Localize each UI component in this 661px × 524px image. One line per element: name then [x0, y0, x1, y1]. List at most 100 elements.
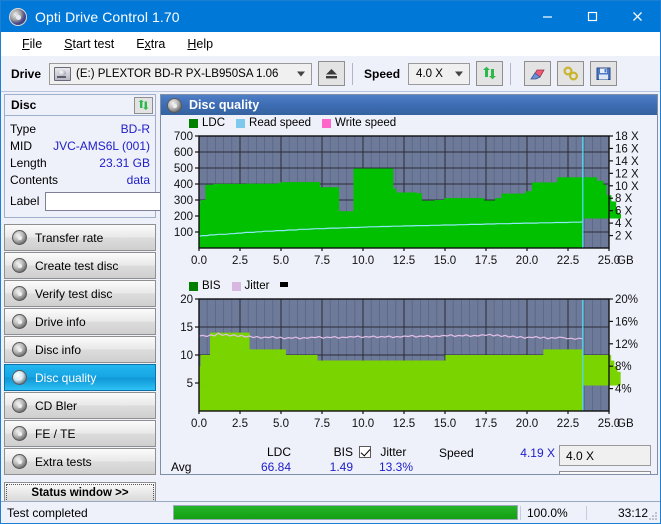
svg-text:6 X: 6 X [615, 206, 633, 218]
disc-icon [12, 426, 27, 441]
jitter-label: Jitter [380, 445, 407, 459]
erase-button[interactable] [524, 61, 552, 86]
svg-text:10: 10 [180, 350, 193, 362]
toolbar: Drive (E:) PLEXTOR BD-R PX-LB950SA 1.06 … [1, 56, 660, 92]
sidebar-item-label: Transfer rate [35, 230, 104, 245]
disc-row-type-key: Type [10, 121, 37, 136]
sidebar-item-label: Disc quality [35, 370, 97, 385]
stats-area: LDC BIS Avg 66.84 1.49 Max 688 17 Total … [161, 441, 657, 474]
drive-label: Drive [11, 66, 42, 81]
legend-swatch-ldc [189, 118, 198, 128]
legend-label-bis: BIS [202, 280, 221, 292]
legend-label-ldc: LDC [202, 117, 226, 129]
refresh-button[interactable] [476, 61, 504, 86]
sidebar-item-label: Drive info [35, 314, 86, 329]
speed-label: Speed [364, 66, 401, 81]
sidebar-item-verify-test-disc[interactable]: Verify test disc [4, 280, 156, 307]
svg-text:20: 20 [180, 294, 193, 306]
disc-icon [12, 454, 27, 469]
svg-text:15.0: 15.0 [434, 255, 456, 267]
svg-text:100: 100 [174, 227, 193, 239]
disc-row-mid-value: JVC-AMS6L (001) [53, 138, 150, 153]
menu-help[interactable]: Help [176, 35, 224, 53]
disc-row-mid: MID JVC-AMS6L (001) [10, 137, 150, 154]
sidebar-item-label: Disc info [35, 342, 82, 357]
menu-file[interactable]: File [11, 35, 53, 53]
jitter-checkbox-row[interactable]: Jitter [359, 445, 439, 460]
ldc-legend: LDC Read speed Write speed [161, 115, 657, 130]
legend-swatch-bis [189, 281, 198, 291]
sidebar-nav: Transfer rate Create test disc Verify te… [4, 224, 156, 475]
svg-text:10 X: 10 X [615, 181, 639, 193]
disc-icon [12, 342, 27, 357]
tools-button[interactable] [557, 61, 585, 86]
eject-button[interactable] [318, 61, 346, 86]
svg-text:5.0: 5.0 [273, 255, 289, 267]
disc-row-contents-value: data [126, 172, 150, 187]
stats-header-bis: BIS [333, 445, 353, 459]
disc-info-rows: Type BD-R MID JVC-AMS6L (001) Length 23.… [5, 116, 246, 217]
svg-text:5.0: 5.0 [273, 418, 289, 430]
stats-row-label-avg: Avg [171, 460, 192, 474]
stats-corner [161, 445, 213, 460]
resize-grip[interactable] [648, 511, 658, 521]
stats-header-ldc: LDC [266, 445, 291, 459]
minimize-button[interactable] [525, 1, 570, 32]
sidebar-item-label: Create test disc [35, 258, 119, 273]
legend-label-read-speed: Read speed [249, 117, 312, 129]
svg-text:16%: 16% [615, 316, 638, 328]
chevron-down-icon [297, 71, 306, 76]
svg-text:12.5: 12.5 [393, 418, 415, 430]
ldc-chart: 100 200 300 400 500 600 700 2 X4 X6 X8 X 10 X 12 … [161, 130, 657, 278]
svg-text:600: 600 [174, 147, 193, 159]
svg-text:20%: 20% [615, 294, 638, 306]
menu-start-test[interactable]: Start test [53, 35, 125, 53]
jitter-section: Jitter 13.3% 15.0% [353, 445, 439, 474]
jitter-checkbox[interactable] [359, 446, 371, 458]
disc-row-type-value: BD-R [120, 121, 150, 136]
svg-text:12%: 12% [615, 339, 638, 351]
menu-bar: File Start test Extra Help [1, 32, 660, 56]
svg-text:5: 5 [187, 378, 193, 390]
sidebar-item-create-test-disc[interactable]: Create test disc [4, 252, 156, 279]
disc-row-contents: Contents data [10, 171, 150, 188]
title-bar: Opti Drive Control 1.70 [1, 1, 660, 32]
svg-text:10.0: 10.0 [352, 255, 374, 267]
close-button[interactable] [615, 1, 660, 32]
sidebar-item-transfer-rate[interactable]: Transfer rate [4, 224, 156, 251]
sidebar-item-drive-info[interactable]: Drive info [4, 308, 156, 335]
save-button[interactable] [590, 61, 618, 86]
legend-swatch-write-speed [322, 118, 332, 128]
speed-select[interactable]: 4.0 X [408, 62, 471, 85]
jitter-avg: 13.3% [379, 460, 414, 474]
test-speed-select[interactable]: 4.0 X [559, 445, 651, 466]
disc-row-length-key: Length [10, 155, 47, 170]
start-full-button[interactable]: Start full [559, 471, 651, 474]
sidebar-item-disc-info[interactable]: Disc info [4, 336, 156, 363]
disc-panel-title: Disc [11, 98, 37, 112]
svg-text:2.5: 2.5 [232, 255, 248, 267]
svg-text:400: 400 [174, 179, 193, 191]
svg-text:7.5: 7.5 [314, 418, 330, 430]
legend-label-jitter: Jitter [244, 280, 270, 292]
drive-select[interactable]: (E:) PLEXTOR BD-R PX-LB950SA 1.06 [49, 62, 313, 85]
sidebar-item-cd-bler[interactable]: CD Bler [4, 392, 156, 419]
sidebar-item-fe-te[interactable]: FE / TE [4, 420, 156, 447]
disc-row-length: Length 23.31 GB [10, 154, 150, 171]
drive-select-value: (E:) PLEXTOR BD-R PX-LB950SA 1.06 [76, 67, 279, 80]
bis-chart: 5 10 15 20 4% 8% 12% 16% 20% 0.0 2.5 5.0 7.5 10.0 12.5… [161, 293, 657, 441]
sidebar: Disc Type BD-R MID JVC-AMS6L (001) Lengt… [1, 92, 246, 504]
stats-avg-bis: 1.49 [329, 460, 353, 474]
svg-text:15.0: 15.0 [434, 418, 456, 430]
chevron-down-icon [455, 71, 464, 76]
body: Disc Type BD-R MID JVC-AMS6L (001) Lengt… [1, 92, 660, 504]
sidebar-item-extra-tests[interactable]: Extra tests [4, 448, 156, 475]
stats-grid: LDC BIS Avg 66.84 1.49 Max 688 17 Total … [161, 445, 353, 474]
svg-text:18 X: 18 X [615, 131, 639, 143]
disc-refresh-button[interactable] [134, 96, 153, 114]
menu-extra[interactable]: Extra [125, 35, 176, 53]
maximize-button[interactable] [570, 1, 615, 32]
sidebar-item-label: Verify test disc [35, 286, 113, 301]
status-text: Test completed [7, 505, 88, 520]
sidebar-item-disc-quality[interactable]: Disc quality [4, 364, 156, 391]
